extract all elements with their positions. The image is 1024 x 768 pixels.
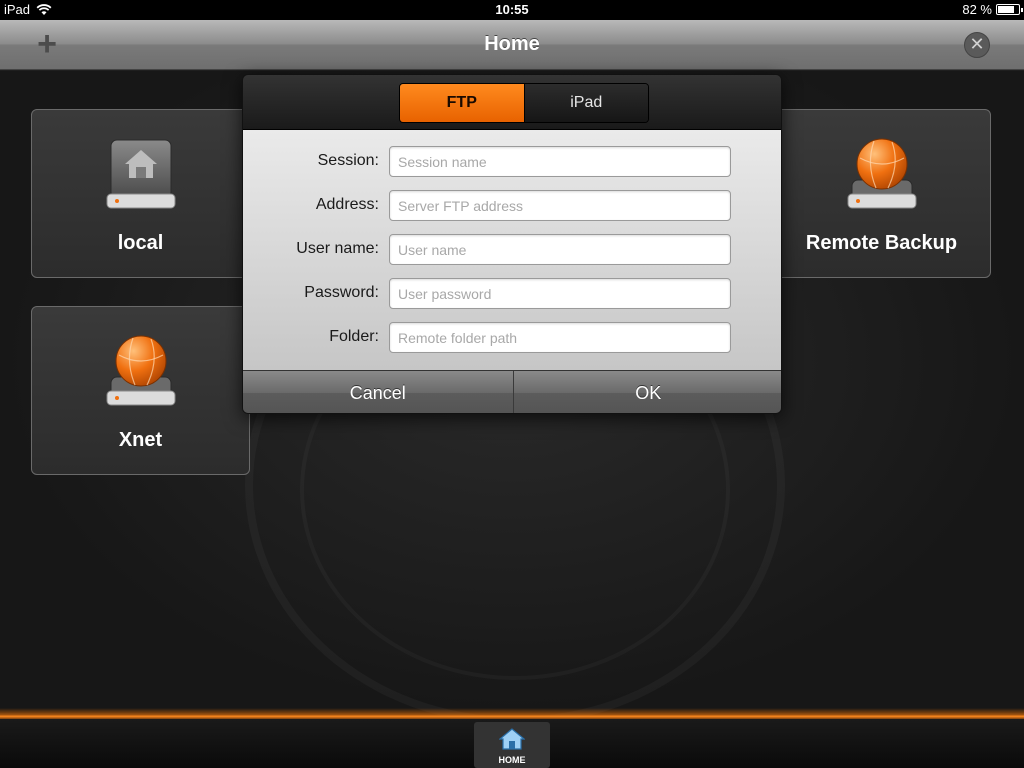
form-row-username: User name: xyxy=(243,234,781,266)
folder-label: Folder: xyxy=(329,328,379,345)
tile-local[interactable]: local xyxy=(31,109,250,278)
form-row-password: Password: xyxy=(243,278,781,310)
globe-drive-icon xyxy=(847,138,916,209)
tile-label: Xnet xyxy=(118,429,163,451)
battery-fill xyxy=(998,6,1015,13)
form-row-address: Address: xyxy=(243,190,781,222)
address-label: Address: xyxy=(315,196,379,213)
home-icon xyxy=(499,728,525,750)
session-input[interactable] xyxy=(389,146,731,177)
tab-home-label: HOME xyxy=(498,755,526,765)
battery-icon xyxy=(996,4,1023,15)
tab-ftp[interactable]: FTP xyxy=(400,84,524,122)
ok-button[interactable]: OK xyxy=(512,371,782,413)
tile-remote-backup[interactable]: Remote Backup xyxy=(772,109,991,278)
username-input[interactable] xyxy=(389,234,731,265)
dialog-header: FTP iPad xyxy=(243,75,781,130)
folder-input[interactable] xyxy=(389,322,731,353)
tab-home[interactable]: HOME xyxy=(474,722,550,768)
cancel-button[interactable]: Cancel xyxy=(243,371,513,413)
password-input[interactable] xyxy=(389,278,731,309)
home-drive-icon xyxy=(106,139,175,209)
form-row-folder: Folder: xyxy=(243,322,781,354)
dialog-form: Session: Address: User name: Password: F… xyxy=(243,130,781,370)
tab-bar: HOME xyxy=(0,719,1024,768)
status-right: 82 % xyxy=(962,2,1023,17)
username-label: User name: xyxy=(296,240,379,257)
tab-ipad[interactable]: iPad xyxy=(523,84,648,122)
navigation-bar: + Home ✕ xyxy=(0,20,1024,70)
status-time: 10:55 xyxy=(495,2,529,17)
new-connection-dialog: FTP iPad Session: Address: User name: Pa… xyxy=(242,74,782,414)
dialog-footer: Cancel OK xyxy=(243,370,782,413)
status-bar: iPad 10:55 82 % xyxy=(0,0,1024,20)
password-label: Password: xyxy=(304,284,379,301)
tile-label: local xyxy=(117,232,164,254)
form-row-session: Session: xyxy=(243,146,781,178)
globe-drive-icon xyxy=(106,335,175,406)
connection-type-segmented-control: FTP iPad xyxy=(399,83,649,123)
address-input[interactable] xyxy=(389,190,731,221)
session-label: Session: xyxy=(317,152,379,169)
battery-percent: 82 % xyxy=(962,2,992,17)
tile-label: Remote Backup xyxy=(805,232,958,254)
close-icon[interactable]: ✕ xyxy=(964,32,990,58)
tile-xnet[interactable]: Xnet xyxy=(31,306,250,475)
page-title: Home xyxy=(484,33,540,55)
